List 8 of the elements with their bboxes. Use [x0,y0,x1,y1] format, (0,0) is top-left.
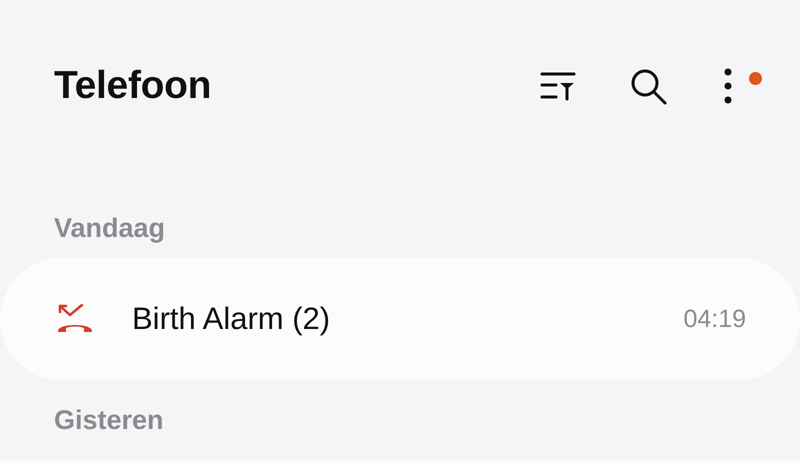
section-heading: Gisteren [53,404,165,437]
more-options-icon [724,68,732,104]
call-time: 04:19 [683,304,746,334]
section-heading: Vandaag [53,212,166,245]
caller-name: Birth Alarm (2) [132,301,332,337]
call-log-item[interactable]: Birth Alarm (2) 04:19 [0,258,800,380]
sort-filter-icon [540,70,576,102]
app-title: Telefoon [54,64,212,108]
